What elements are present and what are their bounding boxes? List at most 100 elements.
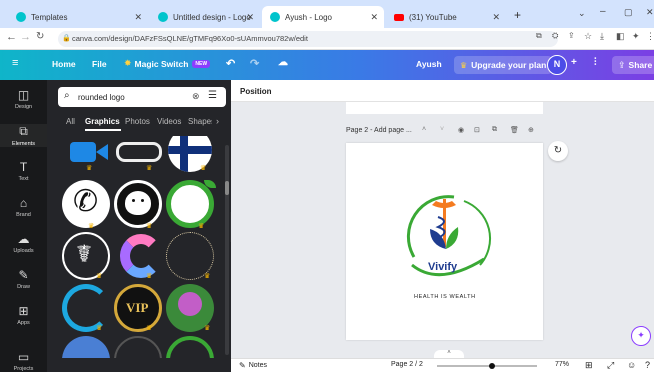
zoom-level[interactable]: 77%: [555, 361, 569, 368]
bookmark-star-icon[interactable]: ☆: [584, 31, 592, 42]
forward-icon[interactable]: →: [20, 31, 31, 43]
logo-tagline[interactable]: HEALTH IS WEALTH: [414, 294, 476, 300]
url-field[interactable]: 🔒 canva.com/design/DAFzFSsQLNE/gTMFq96Xo…: [58, 31, 558, 47]
rail-label: Design: [14, 104, 33, 110]
translate-icon[interactable]: ⛭: [552, 31, 558, 41]
context-toolbar: Position: [231, 80, 654, 102]
position-button[interactable]: Position: [240, 87, 272, 96]
rail-item-design[interactable]: ◫ Design: [0, 88, 47, 110]
reload-icon[interactable]: ↻: [36, 31, 44, 42]
search-box[interactable]: ⌕ ⊗ ☰: [58, 87, 226, 107]
grid-view-icon[interactable]: ⊞: [585, 360, 593, 371]
new-tab-button[interactable]: +: [514, 8, 521, 22]
document-title[interactable]: Ayush: [416, 59, 442, 69]
zoom-slider-thumb[interactable]: [489, 363, 495, 369]
sidebar-icon[interactable]: ◧: [616, 31, 625, 42]
fullscreen-icon[interactable]: ⤢: [607, 360, 614, 371]
upgrade-plan-button[interactable]: ♛ Upgrade your plan: [454, 56, 553, 74]
search-input[interactable]: [78, 90, 188, 104]
logo-brand-name[interactable]: Vivify: [428, 261, 457, 273]
premium-crown-icon: ♛: [198, 223, 205, 230]
analytics-icon[interactable]: ⫶: [594, 57, 597, 68]
close-tab-icon[interactable]: ✕: [492, 12, 500, 23]
duplicate-page-icon[interactable]: ⧉: [492, 126, 497, 134]
tab-untitled-design[interactable]: Untitled design - Logo ✕: [150, 6, 260, 28]
rail-item-apps[interactable]: ⊞ Apps: [0, 304, 47, 326]
install-app-icon[interactable]: ⧉: [536, 31, 542, 41]
download-icon[interactable]: ⤓: [600, 31, 604, 42]
close-tab-icon[interactable]: ✕: [134, 12, 142, 23]
hamburger-menu-icon[interactable]: ≡: [12, 57, 18, 69]
share-button[interactable]: ⇪ Share: [612, 56, 654, 74]
home-button[interactable]: Home: [52, 59, 76, 69]
share-page-icon[interactable]: ⇪: [568, 31, 575, 40]
rail-item-elements[interactable]: ⧉ Elements: [0, 124, 47, 147]
back-icon[interactable]: ←: [6, 31, 17, 43]
close-tab-icon[interactable]: ✕: [370, 12, 378, 23]
graphic-result-green-circle-leaf[interactable]: [166, 180, 214, 228]
add-page-icon[interactable]: ⊕: [528, 126, 534, 134]
rail-item-uploads[interactable]: ☁ Uploads: [0, 232, 47, 254]
tab-all[interactable]: All: [66, 117, 75, 126]
tab-templates[interactable]: Templates ✕: [8, 6, 148, 28]
close-window-icon[interactable]: ✕: [646, 7, 654, 18]
graphic-result-video-icon[interactable]: ♛: [64, 136, 114, 172]
graphic-result-blue-ring[interactable]: [62, 284, 110, 332]
page-indicator[interactable]: Page 2 / 2: [391, 361, 423, 368]
graphic-result-yoga-circle[interactable]: ☤: [62, 232, 110, 280]
help-icon[interactable]: ?: [645, 360, 650, 370]
graphic-result-bear-logo[interactable]: [114, 180, 162, 228]
tab-youtube[interactable]: (31) YouTube ✕: [386, 6, 506, 28]
rail-item-projects[interactable]: ▭ Projects: [0, 350, 47, 372]
left-rail: ◫ Design ⧉ Elements T Text ⌂ Brand ☁ Uploads …: [0, 80, 47, 372]
panel-scrollbar[interactable]: [225, 145, 229, 355]
page-2-canvas[interactable]: Vivify HEALTH IS WEALTH: [346, 143, 543, 340]
graphic-result-phone-icon[interactable]: ✆: [62, 180, 110, 228]
notes-button[interactable]: ✎ Notes: [239, 361, 267, 370]
tab-shapes[interactable]: Shapes: [188, 117, 212, 126]
avatar[interactable]: N: [547, 55, 567, 75]
add-collaborator-icon[interactable]: +: [571, 57, 577, 68]
rail-item-draw[interactable]: ✎ Draw: [0, 268, 47, 290]
hide-page-icon[interactable]: ◉: [458, 126, 464, 134]
rail-item-brand[interactable]: ⌂ Brand: [0, 196, 47, 218]
magic-switch-button[interactable]: ✸ Magic Switch NEW: [124, 58, 211, 69]
chevron-right-icon[interactable]: ›: [216, 116, 219, 126]
tab-videos[interactable]: Videos: [157, 117, 181, 126]
minimize-icon[interactable]: –: [600, 6, 606, 17]
tab-ayush-logo[interactable]: Ayush - Logo ✕: [262, 6, 384, 28]
page-down-icon[interactable]: ˅: [440, 126, 444, 133]
show-pages-toggle[interactable]: ˄: [434, 350, 464, 358]
page-2-title[interactable]: Page 2 - Add page ...: [346, 127, 412, 134]
cloud-saved-icon[interactable]: ☁: [278, 57, 288, 68]
lock-page-icon[interactable]: ⊡: [474, 126, 480, 134]
assistant-button[interactable]: ✦: [631, 326, 651, 346]
rail-item-text[interactable]: T Text: [0, 160, 47, 182]
graphic-result-rounded-rectangle[interactable]: [116, 142, 162, 162]
redo-icon[interactable]: ↷: [250, 57, 259, 70]
menu-dots-icon[interactable]: ⋮: [646, 31, 654, 42]
undo-icon[interactable]: ↶: [226, 57, 235, 70]
graphic-result-dark-ring[interactable]: [114, 336, 162, 358]
page-up-icon[interactable]: ˄: [422, 126, 426, 133]
page-1-canvas-bottom[interactable]: [346, 102, 543, 114]
graphic-result-vip-badge[interactable]: VIP: [114, 284, 162, 332]
extension-icon[interactable]: ✦: [632, 31, 640, 42]
graphic-result-gradient-c[interactable]: [114, 232, 162, 280]
close-tab-icon[interactable]: ✕: [246, 12, 254, 23]
tab-photos[interactable]: Photos: [125, 117, 150, 126]
zoom-slider-track[interactable]: [437, 365, 537, 367]
regenerate-button[interactable]: ↻: [548, 141, 568, 161]
graphic-result-green-wreath[interactable]: [166, 336, 214, 358]
filter-icon[interactable]: ☰: [208, 90, 217, 101]
delete-page-icon[interactable]: 🗑: [510, 126, 519, 134]
panel-scrollbar-thumb[interactable]: [225, 181, 229, 195]
maximize-icon[interactable]: ▢: [624, 7, 633, 18]
clear-search-icon[interactable]: ⊗: [192, 91, 200, 102]
vivify-logo[interactable]: [394, 187, 498, 291]
feedback-icon[interactable]: ☺: [627, 360, 636, 370]
file-menu-button[interactable]: File: [92, 59, 107, 69]
graphic-result-un-emblem[interactable]: [62, 336, 110, 358]
tab-graphics[interactable]: Graphics: [85, 117, 120, 126]
tab-search-icon[interactable]: ⌄: [578, 8, 586, 19]
